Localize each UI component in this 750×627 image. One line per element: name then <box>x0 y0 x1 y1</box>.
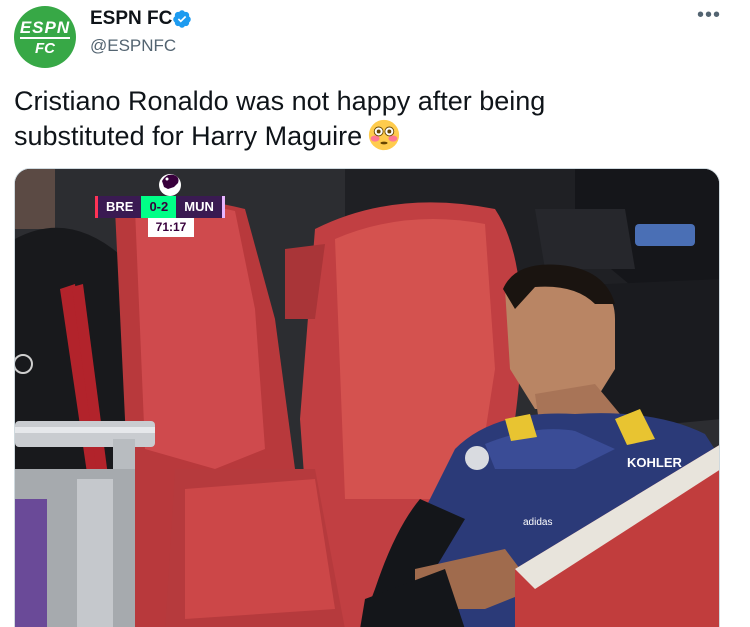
flushed-face-icon <box>369 119 400 151</box>
home-team: BRE <box>95 196 142 218</box>
match-clock: 71:17 <box>148 218 194 237</box>
away-team: MUN <box>176 196 225 218</box>
match-score: 0-2 <box>141 196 177 218</box>
avatar-text-bottom: FC <box>35 39 55 57</box>
display-name[interactable]: ESPN FC <box>90 8 172 30</box>
jersey-sponsor: KOHLER <box>627 455 683 470</box>
premier-league-logo-icon <box>159 174 181 196</box>
tweet-photo[interactable]: KOHLER adidas BRE 0-2 MUN 71:17 <box>14 168 720 627</box>
avatar[interactable]: ESPN FC <box>14 6 76 68</box>
tweet-card: ESPN FC ESPN FC @ESPNFC ••• Cristiano Ro… <box>0 0 750 627</box>
more-options-icon[interactable]: ••• <box>696 5 722 28</box>
user-handle[interactable]: @ESPNFC <box>90 36 176 56</box>
tweet-body: Cristiano Ronaldo was not happy after be… <box>14 86 546 151</box>
tweet-text: Cristiano Ronaldo was not happy after be… <box>14 84 674 154</box>
verified-badge-icon <box>173 10 191 28</box>
photo-scene: KOHLER adidas <box>15 169 719 627</box>
scoreboard: BRE 0-2 MUN <box>95 196 225 218</box>
avatar-text-top: ESPN <box>19 17 71 39</box>
jersey-brand: adidas <box>523 517 552 528</box>
